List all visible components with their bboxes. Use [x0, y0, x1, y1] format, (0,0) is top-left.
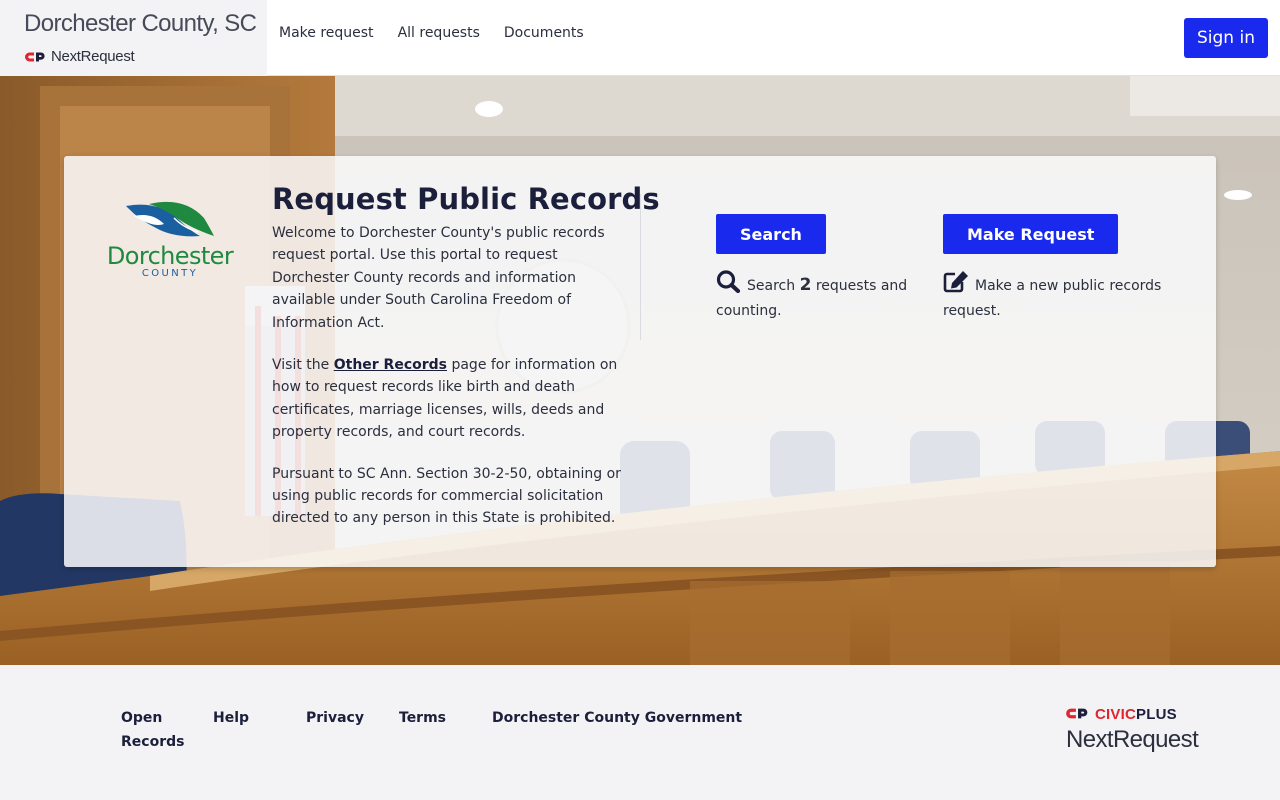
search-desc-prefix: Search — [747, 278, 800, 294]
request-count: 2 — [799, 275, 812, 295]
footer-link-help[interactable]: Help — [213, 706, 249, 730]
legal-notice-paragraph: Pursuant to SC Ann. Section 30-2-50, obt… — [272, 465, 621, 527]
page-footer: Open Records Help Privacy Terms Dorchest… — [0, 665, 1280, 800]
other-records-link[interactable]: Other Records — [334, 357, 447, 373]
vertical-divider — [640, 194, 641, 340]
nextrequest-brand: NextRequest — [25, 48, 135, 65]
civicplus-wordmark: CIVICPLUS — [1095, 706, 1177, 723]
dorchester-county-logo: Dorchester COUNTY — [104, 198, 239, 288]
make-request-action: Make Request Make a new public records r… — [943, 214, 1173, 322]
footer-link-terms[interactable]: Terms — [399, 706, 446, 730]
make-request-desc-text: Make a new public records request. — [943, 278, 1162, 319]
main-nav: Make request All requests Documents — [279, 25, 584, 41]
hero-section: Dorchester COUNTY Request Public Records… — [0, 76, 1280, 665]
sign-in-button[interactable]: Sign in — [1184, 18, 1268, 58]
intro-section: Request Public Records Welcome to Dorche… — [272, 182, 660, 550]
search-desc-suffix: requests and counting. — [716, 278, 908, 319]
welcome-paragraph: Welcome to Dorchester County's public re… — [272, 225, 605, 331]
civicplus-logo-icon — [25, 51, 46, 63]
logo-dorchester-text: Dorchester — [107, 242, 234, 270]
other-records-prefix: Visit the — [272, 357, 334, 374]
product-name: NextRequest — [51, 48, 135, 65]
footer-link-open-records[interactable]: Open Records — [121, 706, 184, 754]
civicplus-word-civic: CIVIC — [1095, 706, 1137, 723]
civicplus-nextrequest-logo[interactable]: CIVICPLUS NextRequest — [1066, 705, 1199, 754]
top-header: Dorchester County, SC NextRequest Make r… — [0, 0, 1280, 76]
nav-all-requests[interactable]: All requests — [398, 25, 480, 41]
footer-link-county-government[interactable]: Dorchester County Government — [492, 706, 742, 730]
make-request-description: Make a new public records request. — [943, 270, 1173, 322]
search-button[interactable]: Search — [716, 214, 826, 254]
other-records-paragraph: Visit the Other Records page for informa… — [272, 354, 622, 444]
civicplus-word-plus: PLUS — [1136, 706, 1177, 723]
footer-link-privacy[interactable]: Privacy — [306, 706, 364, 730]
civicplus-mark-icon — [1066, 705, 1089, 724]
footer-product-name: NextRequest — [1066, 726, 1199, 753]
org-name: Dorchester County, SC — [24, 10, 257, 37]
edit-icon — [943, 270, 969, 300]
request-records-card: Dorchester COUNTY Request Public Records… — [64, 156, 1216, 567]
brand-block[interactable]: Dorchester County, SC NextRequest — [0, 0, 267, 76]
nav-documents[interactable]: Documents — [504, 25, 584, 41]
search-action: Search Search 2 requests and counting. — [716, 214, 916, 322]
nav-make-request[interactable]: Make request — [279, 25, 374, 41]
search-description: Search 2 requests and counting. — [716, 270, 916, 322]
logo-county-text: COUNTY — [142, 268, 198, 279]
make-request-button[interactable]: Make Request — [943, 214, 1119, 254]
page-title: Request Public Records — [272, 182, 660, 216]
search-icon — [716, 270, 741, 300]
